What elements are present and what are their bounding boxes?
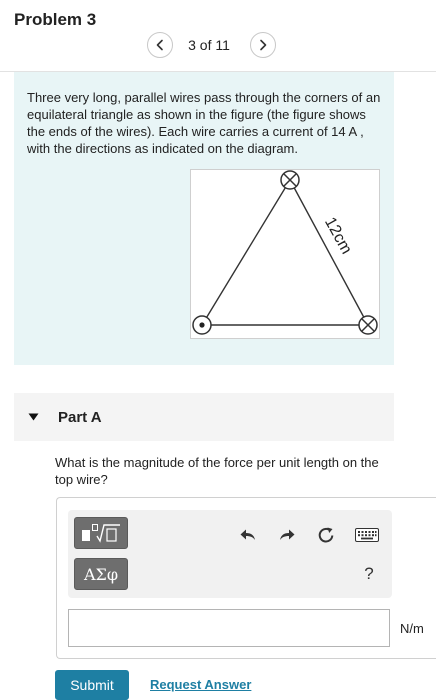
undo-button[interactable] bbox=[238, 526, 258, 544]
problem-counter: 3 of 11 bbox=[188, 37, 230, 53]
caret-down-icon[interactable] bbox=[28, 413, 39, 421]
top-wire-into-page-icon bbox=[280, 170, 300, 190]
side-length-label: 12cm bbox=[321, 215, 355, 257]
chevron-right-icon bbox=[260, 39, 267, 51]
wire-triangle-figure: 12cm bbox=[190, 169, 380, 339]
redo-icon bbox=[280, 529, 295, 540]
triangle-right-side bbox=[289, 179, 369, 326]
keyboard-button[interactable] bbox=[355, 527, 379, 543]
triangle-left-side bbox=[201, 179, 291, 326]
help-button[interactable]: ? bbox=[362, 564, 376, 584]
answer-input[interactable] bbox=[68, 609, 390, 647]
reset-icon bbox=[318, 527, 334, 543]
templates-button[interactable] bbox=[74, 517, 128, 549]
greek-symbols-button[interactable]: ΑΣφ bbox=[74, 558, 128, 590]
part-a-label: Part A bbox=[58, 409, 102, 426]
redo-button[interactable] bbox=[277, 526, 297, 544]
answer-units: N/m bbox=[400, 621, 424, 636]
bottom-left-wire-out-of-page-icon bbox=[192, 315, 212, 335]
problem-title: Problem 3 bbox=[14, 10, 97, 29]
chevron-left-icon bbox=[156, 39, 163, 51]
part-a-question: What is the magnitude of the force per u… bbox=[55, 455, 379, 487]
bottom-right-wire-into-page-icon bbox=[358, 315, 378, 335]
reset-button[interactable] bbox=[316, 525, 336, 545]
triangle-diagram: 12cm bbox=[192, 170, 378, 335]
templates-icon bbox=[82, 524, 120, 543]
keyboard-icon bbox=[355, 528, 379, 542]
undo-icon bbox=[240, 529, 255, 540]
submit-button[interactable]: Submit bbox=[55, 670, 129, 700]
problem-text: Three very long, parallel wires pass thr… bbox=[27, 90, 381, 156]
previous-problem-button[interactable] bbox=[147, 32, 173, 58]
request-answer-link[interactable]: Request Answer bbox=[150, 677, 251, 692]
next-problem-button[interactable] bbox=[250, 32, 276, 58]
